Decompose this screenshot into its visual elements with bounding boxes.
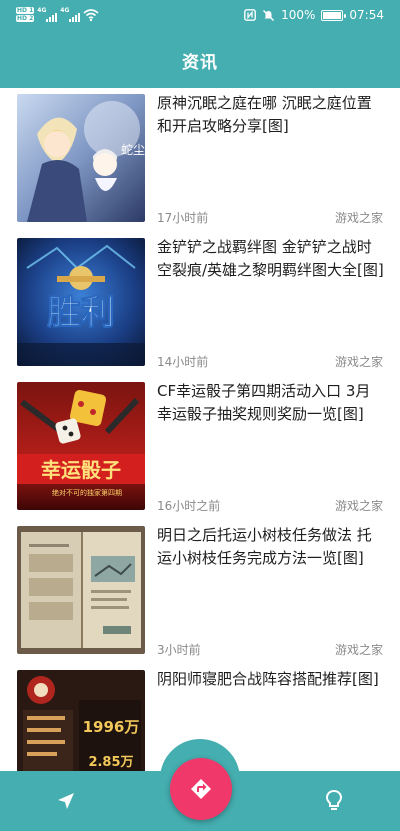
- net1-label: 4G: [37, 6, 47, 14]
- thumb-text: 蛇尘: [121, 142, 145, 157]
- sim1-badge: HD 1: [16, 7, 35, 14]
- sim2-badge: HD 2: [16, 15, 35, 22]
- net2-label: 4G: [60, 6, 70, 14]
- article-source: 游戏之家: [334, 355, 383, 369]
- article-title[interactable]: 原神沉眠之庭在哪 沉眠之庭位置和开启攻略分享[图]: [157, 92, 385, 138]
- article-title[interactable]: 阴阳师寝肥合战阵容搭配推荐[图]: [157, 668, 385, 691]
- wifi-icon: [83, 8, 99, 21]
- article-time: 3小时前: [157, 643, 201, 657]
- directions-icon: [191, 779, 211, 799]
- article-thumbnail[interactable]: [17, 526, 145, 654]
- status-right: 100% 07:54: [244, 8, 384, 22]
- article-thumbnail[interactable]: 1996万 2.85万: [17, 670, 145, 771]
- article-thumbnail[interactable]: 幸运骰子 绝对不可的独家第四期: [17, 382, 145, 510]
- article-source: 游戏之家: [334, 643, 383, 657]
- article-thumbnail[interactable]: 胜利: [17, 238, 145, 366]
- app-bar: 资讯: [0, 32, 400, 88]
- battery-fill: [323, 11, 342, 19]
- nfc-icon: [244, 9, 256, 21]
- article-title[interactable]: 明日之后托运小树枝任务做法 托运小树枝任务完成方法一览[图]: [157, 524, 385, 570]
- news-item[interactable]: 明日之后托运小树枝任务做法 托运小树枝任务完成方法一览[图] 3小时前 游戏之家: [0, 520, 400, 660]
- article-time: 16小时之前: [157, 499, 221, 513]
- article-time: 17小时前: [157, 211, 209, 225]
- status-left: HD 1 HD 2 4G 4G: [16, 7, 99, 22]
- mute-icon: [263, 9, 275, 21]
- status-bar: HD 1 HD 2 4G 4G 100% 07:54: [0, 0, 400, 32]
- article-title[interactable]: CF幸运骰子第四期活动入口 3月幸运骰子抽奖规则奖励一览[图]: [157, 380, 385, 426]
- thumb-subtext: 绝对不可的独家第四期: [52, 488, 122, 497]
- news-item[interactable]: 蛇尘 原神沉眠之庭在哪 沉眠之庭位置和开启攻略分享[图] 17小时前 游戏之家: [0, 88, 400, 228]
- thumb-text: 胜利: [47, 293, 115, 333]
- navigation-arrow-icon[interactable]: [50, 785, 82, 817]
- news-item[interactable]: 幸运骰子 绝对不可的独家第四期 CF幸运骰子第四期活动入口 3月幸运骰子抽奖规则…: [0, 376, 400, 516]
- news-item[interactable]: 胜利 金铲铲之战羁绊图 金铲铲之战时空裂痕/英雄之黎明羁绊图大全[图] 14小时…: [0, 232, 400, 372]
- article-title[interactable]: 金铲铲之战羁绊图 金铲铲之战时空裂痕/英雄之黎明羁绊图大全[图]: [157, 236, 385, 282]
- status-time: 07:54: [349, 8, 384, 22]
- article-time: 14小时前: [157, 355, 209, 369]
- signal-icon: 4G: [37, 6, 58, 22]
- battery-percent: 100%: [281, 8, 316, 22]
- thumb-subtext: 2.85万: [88, 755, 133, 770]
- article-source: 游戏之家: [334, 499, 383, 513]
- directions-fab[interactable]: [170, 758, 232, 820]
- lightbulb-icon[interactable]: [318, 785, 350, 817]
- thumb-text: 1996万: [83, 718, 140, 736]
- news-feed[interactable]: 蛇尘 原神沉眠之庭在哪 沉眠之庭位置和开启攻略分享[图] 17小时前 游戏之家 …: [0, 88, 400, 771]
- page-title: 资讯: [182, 52, 218, 73]
- thumb-text: 幸运骰子: [41, 458, 121, 482]
- sim-badges: HD 1 HD 2: [16, 7, 35, 22]
- signal-icon-2: 4G: [60, 6, 81, 22]
- article-thumbnail[interactable]: 蛇尘: [17, 94, 145, 222]
- article-source: 游戏之家: [334, 211, 383, 225]
- battery-icon: [321, 9, 347, 21]
